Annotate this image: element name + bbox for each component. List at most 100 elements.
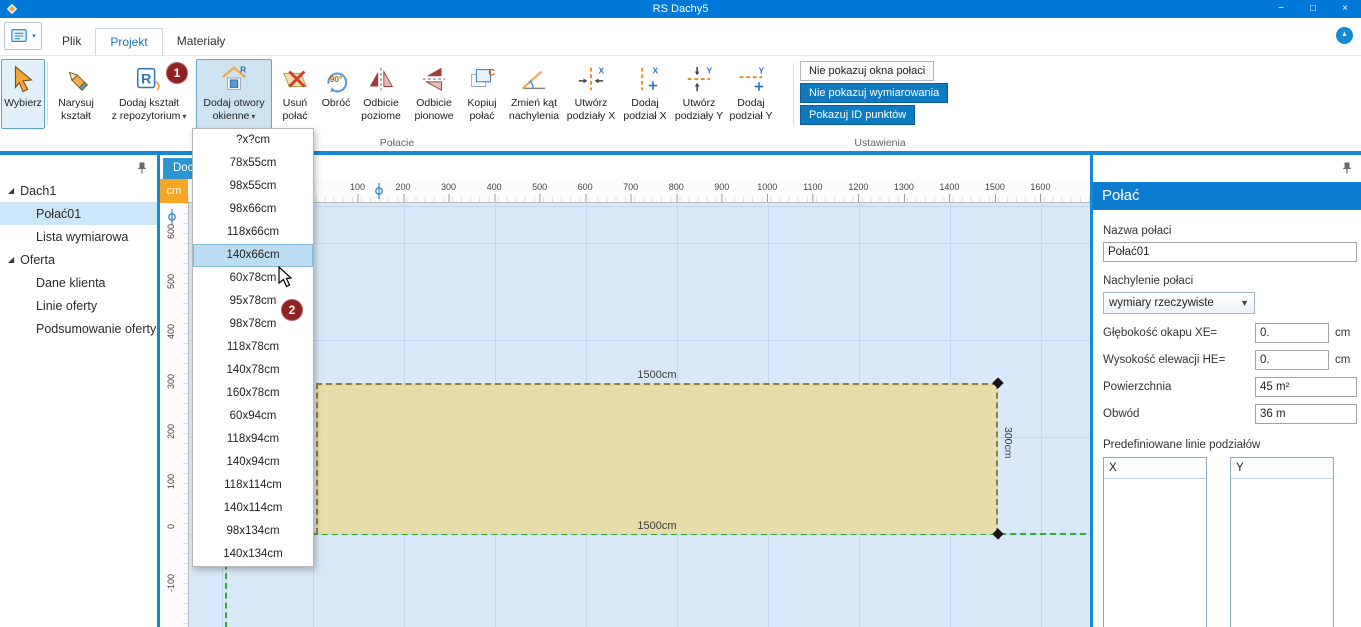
ribbon-button-label: Dodajpodział Y xyxy=(729,97,772,122)
field-label: Obwód xyxy=(1103,408,1255,420)
ribbon-button-utworz-podzialy-y[interactable]: YUtwórzpodziały Y xyxy=(673,59,725,129)
copy-surface-icon: C xyxy=(467,61,497,97)
field-input-powierzchnia[interactable]: 45 m² xyxy=(1255,377,1357,397)
menu-item-140x114cm[interactable]: 140x114cm xyxy=(193,497,313,520)
menu-item-140x78cm[interactable]: 140x78cm xyxy=(193,359,313,382)
sidebar-item-dach1[interactable]: ◢Dach1 xyxy=(0,179,157,202)
unit-button[interactable]: cm xyxy=(160,179,188,203)
ruler-label: 300 xyxy=(166,374,176,389)
menu-item-118x114cm[interactable]: 118x114cm xyxy=(193,474,313,497)
window-controls: −□× xyxy=(1265,0,1361,18)
ribbon-button-narysuj-ksztalt[interactable]: Narysujkształt xyxy=(50,59,102,129)
tree-item-label: Połać01 xyxy=(36,207,81,221)
properties-fields: Głębokość okapu XE=0.cmWysokość elewacji… xyxy=(1103,322,1357,425)
field-input-glebokosc-okapu-xe[interactable]: 0. xyxy=(1255,323,1329,343)
create-divisions-x-icon: X xyxy=(576,61,606,97)
tab-plik[interactable]: Plik xyxy=(48,28,95,54)
field-input-wysokosc-elewacji-he[interactable]: 0. xyxy=(1255,350,1329,370)
list-y-header: Y xyxy=(1231,458,1333,479)
ribbon-button-usun-polac[interactable]: Usuńpołać xyxy=(273,59,317,129)
create-divisions-y-icon: Y xyxy=(684,61,714,97)
chevron-down-icon: ▼ xyxy=(1240,298,1249,308)
sidebar-item-oferta[interactable]: ◢Oferta xyxy=(0,248,157,271)
sidebar-item-dane-klienta[interactable]: Dane klienta xyxy=(0,271,157,294)
group-label-ustawienia: Ustawienia xyxy=(800,137,960,149)
ribbon-button-dodaj-podzial-y[interactable]: Y Dodajpodział Y xyxy=(726,59,776,129)
settings-button-nie-pokazuj-okna-polaci[interactable]: Nie pokazuj okna połaci xyxy=(800,61,934,81)
ruler-label: 700 xyxy=(623,182,638,192)
field-input-obwod[interactable]: 36 m xyxy=(1255,404,1357,424)
drawing-canvas[interactable]: 1500cm 1500cm 300cm xyxy=(189,203,1090,627)
tab-materialy[interactable]: Materiały xyxy=(163,28,240,54)
menu-icon xyxy=(10,28,28,44)
settings-button-pokazuj-id-punktow[interactable]: Pokazuj ID punktów xyxy=(800,105,915,125)
settings-button-nie-pokazuj-wymiarowania[interactable]: Nie pokazuj wymiarowania xyxy=(800,83,948,103)
ribbon-button-kopiuj-polac[interactable]: CKopiujpołać xyxy=(461,59,503,129)
sidebar-item-linie-oferty[interactable]: Linie oferty xyxy=(0,294,157,317)
ribbon-collapse-button[interactable]: ▲ xyxy=(1336,27,1353,44)
ribbon-button-dodaj-podzial-x[interactable]: X Dodajpodział X xyxy=(618,59,672,129)
ribbon-button-dodaj-otwory-okienne[interactable]: RDodaj otworyokienne▾ xyxy=(196,59,272,129)
list-x[interactable]: X xyxy=(1103,457,1207,627)
ribbon-button-label: Zmień kątnachylenia xyxy=(509,97,559,122)
svg-text:X: X xyxy=(653,65,659,75)
ruler-label: 600 xyxy=(166,224,176,239)
surface-name-input[interactable] xyxy=(1103,242,1357,262)
ribbon-button-label: Dodajpodział X xyxy=(623,97,666,122)
flip-horizontal-icon xyxy=(366,61,396,97)
window-openings-icon: R xyxy=(219,61,249,97)
ribbon-button-obroc[interactable]: 90°Obróć xyxy=(318,59,354,129)
roof-surface[interactable] xyxy=(316,383,998,534)
ribbon-button-wybierz[interactable]: Wybierz xyxy=(1,59,45,129)
menu-item-140x66cm[interactable]: 140x66cm xyxy=(193,244,313,267)
ribbon-button-odbicie-poziome[interactable]: Odbiciepoziome xyxy=(355,59,407,129)
draw-shape-icon xyxy=(61,61,91,97)
svg-text:R: R xyxy=(240,64,246,74)
menu-item-78x55cm[interactable]: 78x55cm xyxy=(193,152,313,175)
ribbon-button-utworz-podzialy-x[interactable]: XUtwórzpodziały X xyxy=(565,59,617,129)
menu-item-140x134cm[interactable]: 140x134cm xyxy=(193,543,313,566)
ribbon-button-odbicie-pionowe[interactable]: Odbiciepionowe xyxy=(408,59,460,129)
menu-item-160x78cm[interactable]: 160x78cm xyxy=(193,382,313,405)
close-button[interactable]: × xyxy=(1329,0,1361,18)
group-separator xyxy=(47,63,48,125)
step-badge-2: 2 xyxy=(281,299,303,321)
slope-select-value: wymiary rzeczywiste xyxy=(1109,297,1214,309)
minimize-button[interactable]: − xyxy=(1265,0,1297,18)
menu-item-118x94cm[interactable]: 118x94cm xyxy=(193,428,313,451)
menu-item-118x66cm[interactable]: 118x66cm xyxy=(193,221,313,244)
left-panel-pin-icon[interactable] xyxy=(135,161,149,175)
menu-item-118x78cm[interactable]: 118x78cm xyxy=(193,336,313,359)
sidebar-item-podsumowanie-oferty[interactable]: Podsumowanie oferty xyxy=(0,317,157,340)
titlebar: RS Dachy5 −□× xyxy=(0,0,1361,18)
right-panel-pin-icon[interactable] xyxy=(1340,161,1354,175)
menu-item-140x94cm[interactable]: 140x94cm xyxy=(193,451,313,474)
list-y[interactable]: Y xyxy=(1230,457,1334,627)
sidebar-item-polac01[interactable]: Połać01 xyxy=(0,202,157,225)
panel-body: Nazwa połaci Nachylenie połaci wymiary r… xyxy=(1093,225,1361,627)
properties-panel: Połać Nazwa połaci Nachylenie połaci wym… xyxy=(1093,155,1361,627)
ruler-label: 800 xyxy=(669,182,684,192)
ribbon-tab-strip: PlikProjektMateriały xyxy=(48,28,239,55)
menu-item-98x66cm[interactable]: 98x66cm xyxy=(193,198,313,221)
ruler-label: 1500 xyxy=(985,182,1005,192)
property-row: Powierzchnia45 m² xyxy=(1103,376,1357,398)
ruler-label: 300 xyxy=(441,182,456,192)
sidebar-item-lista-wymiarowa[interactable]: Lista wymiarowa xyxy=(0,225,157,248)
slope-select[interactable]: wymiary rzeczywiste ▼ xyxy=(1103,292,1255,314)
menu-item-98x55cm[interactable]: 98x55cm xyxy=(193,175,313,198)
ruler-label: 1400 xyxy=(939,182,959,192)
ribbon-button-zmien-kat-nachylenia[interactable]: Zmień kątnachylenia xyxy=(504,59,564,129)
menu-item-60x78cm[interactable]: 60x78cm xyxy=(193,267,313,290)
svg-text:Y: Y xyxy=(759,65,765,75)
menu-item-60x94cm[interactable]: 60x94cm xyxy=(193,405,313,428)
ribbon-button-label: Usuńpołać xyxy=(282,97,307,122)
tab-projekt[interactable]: Projekt xyxy=(95,28,162,56)
predefined-lists: X Y xyxy=(1103,457,1357,627)
maximize-button[interactable]: □ xyxy=(1297,0,1329,18)
settings-buttons: Nie pokazuj okna połaciNie pokazuj wymia… xyxy=(800,61,948,127)
field-label: Powierzchnia xyxy=(1103,381,1255,393)
menu-item-98x134cm[interactable]: 98x134cm xyxy=(193,520,313,543)
application-menu-button[interactable]: ▾ xyxy=(4,22,42,50)
menu-item-x-cm[interactable]: ?x?cm xyxy=(193,129,313,152)
